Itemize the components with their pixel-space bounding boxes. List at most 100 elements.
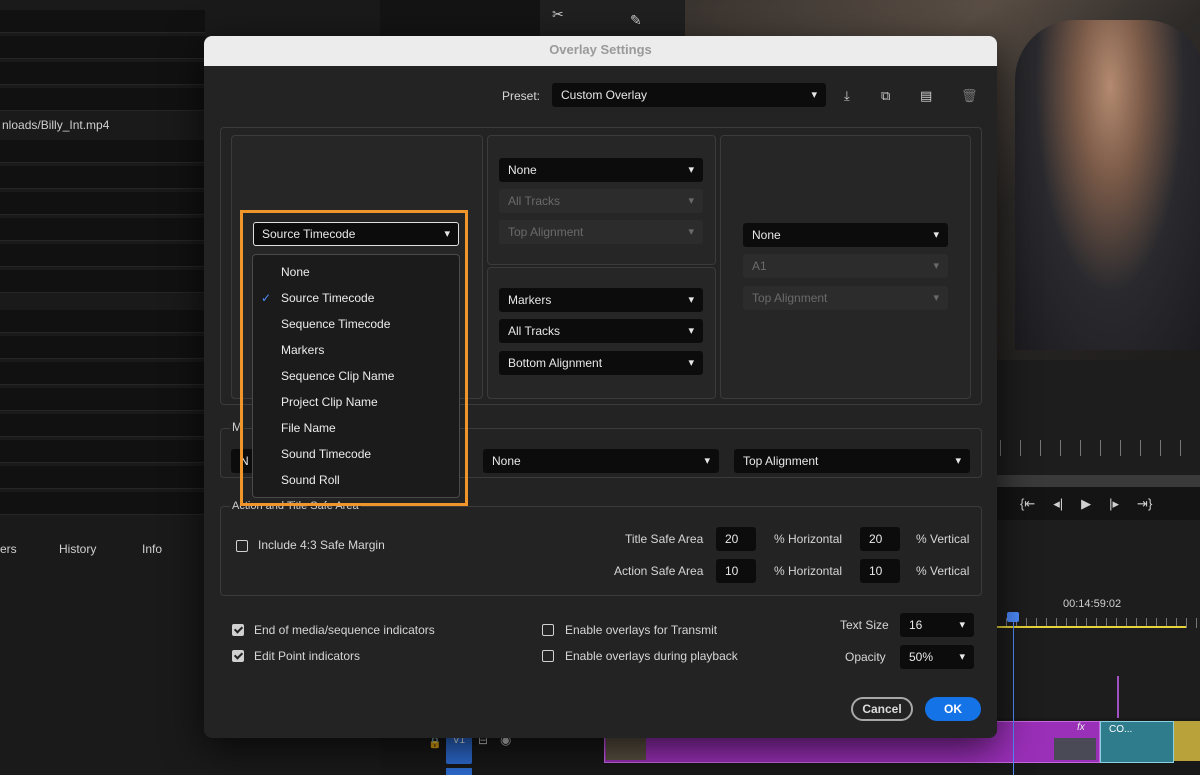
play-icon[interactable]: ▶ (1081, 496, 1091, 516)
project-row[interactable] (0, 492, 205, 515)
clip-label: CO... (1109, 724, 1133, 735)
track-v2-button[interactable] (446, 768, 472, 775)
project-row[interactable] (0, 388, 205, 411)
text-size-dropdown[interactable]: 16 ▾ (900, 613, 974, 637)
project-row[interactable] (0, 310, 205, 333)
action-safe-horizontal-input[interactable]: 10 (716, 559, 756, 583)
title-safe-vertical-input[interactable]: 20 (860, 527, 900, 551)
project-row[interactable] (0, 192, 205, 215)
opacity-dropdown[interactable]: 50% ▾ (900, 645, 974, 669)
enable-playback-label: Enable overlays during playback (565, 649, 738, 663)
ok-button[interactable]: OK (925, 697, 981, 721)
import-icon[interactable]: ⤓ (844, 88, 850, 104)
monitor-ruler[interactable] (1000, 440, 1200, 456)
clip-thumbnail (1054, 738, 1096, 760)
person-image (1015, 20, 1200, 350)
chevron-down-icon: ▾ (688, 226, 694, 238)
include-43-checkbox[interactable] (236, 540, 248, 552)
edit-point-checkbox[interactable] (232, 650, 244, 662)
project-row[interactable] (0, 362, 205, 385)
opacity-label: Opacity (845, 650, 886, 664)
timeline-timecode: 00:14:59:02 (1063, 598, 1122, 610)
action-safe-vertical-input[interactable]: 10 (860, 559, 900, 583)
end-media-checkbox[interactable] (232, 624, 244, 636)
chevron-down-icon: ▾ (959, 651, 965, 663)
project-row[interactable] (0, 414, 205, 437)
top-center-alignment-value: Top Alignment (508, 225, 584, 239)
middle-right-dropdown[interactable]: Top Alignment ▾ (734, 449, 970, 473)
project-row[interactable] (0, 166, 205, 189)
project-row[interactable] (0, 140, 205, 163)
enable-transmit-checkbox[interactable] (542, 624, 554, 636)
chevron-down-icon: ▾ (688, 195, 694, 207)
bottom-center-alignment-dropdown[interactable]: Bottom Alignment ▾ (499, 351, 703, 375)
project-row[interactable] (0, 270, 205, 293)
step-forward-icon[interactable]: |▸ (1109, 496, 1119, 516)
project-row[interactable] (0, 440, 205, 463)
razor-tool-icon[interactable]: ✂ (552, 6, 564, 23)
go-to-in-icon[interactable]: {⇤ (1020, 496, 1035, 516)
pct-vertical-label: % Vertical (916, 564, 970, 578)
project-row[interactable] (0, 88, 205, 111)
top-center-alignment-dropdown[interactable]: Top Alignment ▾ (499, 220, 703, 244)
tab-info[interactable]: Info (142, 542, 162, 556)
project-row[interactable] (0, 466, 205, 489)
project-row[interactable] (0, 218, 205, 241)
dialog-title: Overlay Settings (204, 36, 997, 66)
bottom-center-overlay-value: Markers (508, 293, 552, 307)
chevron-down-icon: ▾ (688, 325, 694, 337)
right-overlay-dropdown[interactable]: None ▾ (743, 223, 948, 247)
top-center-overlay-dropdown[interactable]: None ▾ (499, 158, 703, 182)
trash-icon[interactable]: 🗑 (961, 88, 978, 104)
bottom-center-tracks-dropdown[interactable]: All Tracks ▾ (499, 319, 703, 343)
tab-markers[interactable]: ers (0, 542, 17, 556)
title-safe-horizontal-input[interactable]: 20 (716, 527, 756, 551)
opacity-value: 50% (909, 650, 934, 664)
pen-tool-icon[interactable]: ✎ (630, 12, 642, 29)
chevron-down-icon: ▾ (704, 455, 710, 467)
step-back-icon[interactable]: ◂| (1053, 496, 1063, 516)
project-row[interactable] (0, 62, 205, 85)
right-alignment-dropdown[interactable]: Top Alignment ▾ (743, 286, 948, 310)
playhead-handle[interactable] (1007, 612, 1019, 622)
top-center-tracks-dropdown[interactable]: All Tracks ▾ (499, 189, 703, 213)
project-row[interactable] (0, 244, 205, 267)
preset-dropdown[interactable]: Custom Overlay ▾ (552, 83, 826, 107)
bottom-center-overlay-dropdown[interactable]: Markers ▾ (499, 288, 703, 312)
middle-center-dropdown[interactable]: None ▾ (483, 449, 719, 473)
playhead-line[interactable] (1013, 612, 1014, 775)
timeline-clip[interactable]: CO... (1100, 721, 1174, 763)
enable-playback-checkbox[interactable] (542, 650, 554, 662)
chevron-down-icon: ▾ (933, 229, 939, 241)
chevron-down-icon: ▾ (688, 357, 694, 369)
monitor-scrubber[interactable] (996, 475, 1200, 487)
pct-horizontal-label: % Horizontal (774, 564, 843, 578)
work-area-bar[interactable] (996, 626, 1186, 628)
top-center-overlay-value: None (508, 163, 537, 177)
text-size-value: 16 (909, 618, 923, 632)
tab-history[interactable]: History (59, 542, 96, 556)
timeline-clip[interactable] (1174, 721, 1200, 761)
bottom-center-alignment-value: Bottom Alignment (508, 356, 603, 370)
middle-right-value: Top Alignment (743, 454, 819, 468)
project-row[interactable] (0, 36, 205, 59)
folder-icon[interactable]: ▤ (920, 88, 932, 104)
title-safe-label: Title Safe Area (625, 532, 704, 546)
clip-thumbnail (606, 738, 646, 760)
chevron-down-icon: ▾ (933, 260, 939, 272)
right-tracks-value: A1 (752, 259, 767, 273)
highlight-annotation (240, 210, 468, 506)
go-to-out-icon[interactable]: ⇥} (1137, 496, 1152, 516)
chevron-down-icon: ▾ (933, 292, 939, 304)
bottom-center-tracks-value: All Tracks (508, 324, 561, 338)
project-row[interactable] (0, 336, 205, 359)
cancel-button[interactable]: Cancel (851, 697, 913, 721)
top-center-tracks-value: All Tracks (508, 194, 561, 208)
export-icon[interactable]: ⧉ (881, 88, 890, 104)
right-overlay-value: None (752, 228, 781, 242)
fx-badge: fx (1077, 722, 1085, 733)
project-row[interactable] (0, 10, 205, 33)
right-tracks-dropdown[interactable]: A1 ▾ (743, 254, 948, 278)
file-path-text: nloads/Billy_Int.mp4 (2, 118, 110, 132)
edit-point-label: Edit Point indicators (254, 649, 361, 663)
